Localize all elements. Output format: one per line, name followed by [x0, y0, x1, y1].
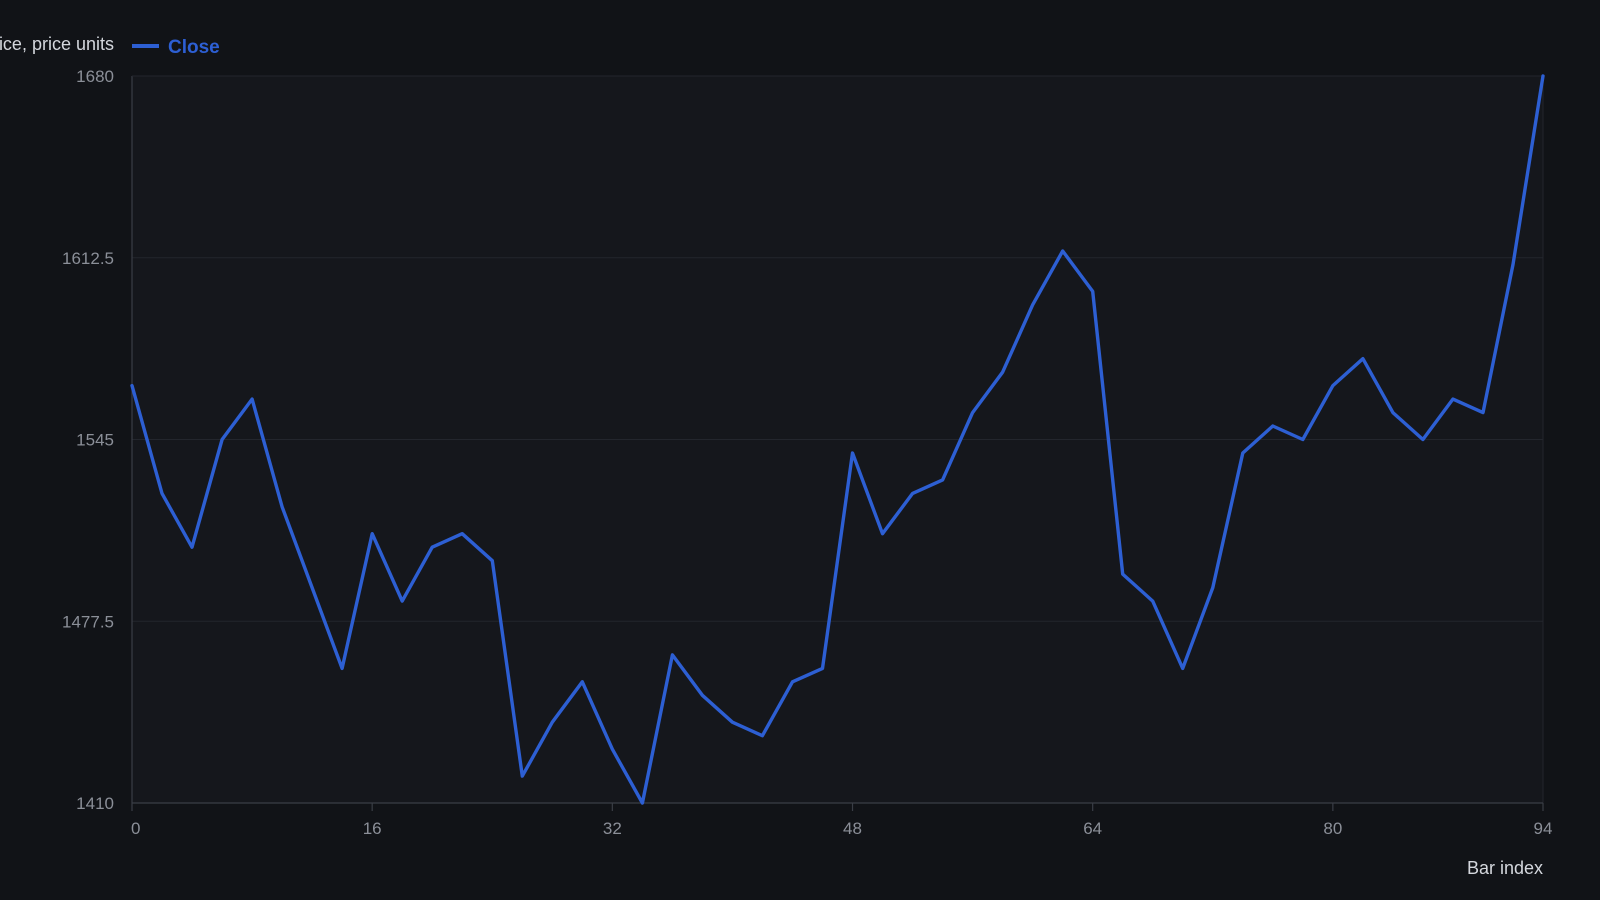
- y-tick-label: 1410: [76, 794, 114, 813]
- chart-root: 1410 1477.5 1545 1612.5 1680 0 16 32 48 64 80 94 Pr…: [0, 0, 1600, 900]
- y-tick-label: 1680: [76, 67, 114, 86]
- x-tick-label: 80: [1323, 819, 1342, 838]
- y-tick-label: 1477.5: [62, 612, 114, 631]
- legend[interactable]: Price, price units Close: [0, 34, 220, 58]
- x-tick-label: 0: [131, 819, 140, 838]
- x-tick-label: 48: [843, 819, 862, 838]
- y-tick-label: 1545: [76, 431, 114, 450]
- y-axis-title: Price, price units: [0, 34, 114, 54]
- x-tick-label: 16: [363, 819, 382, 838]
- x-axis-title: Bar index: [1467, 858, 1543, 878]
- legend-label-close[interactable]: Close: [168, 37, 220, 58]
- line-chart: 1410 1477.5 1545 1612.5 1680 0 16 32 48 64 80 94 Pr…: [0, 34, 1553, 878]
- y-tick-label: 1612.5: [62, 249, 114, 268]
- x-tick-label: 32: [603, 819, 622, 838]
- x-tick-label: 94: [1534, 819, 1553, 838]
- x-tick-label: 64: [1083, 819, 1102, 838]
